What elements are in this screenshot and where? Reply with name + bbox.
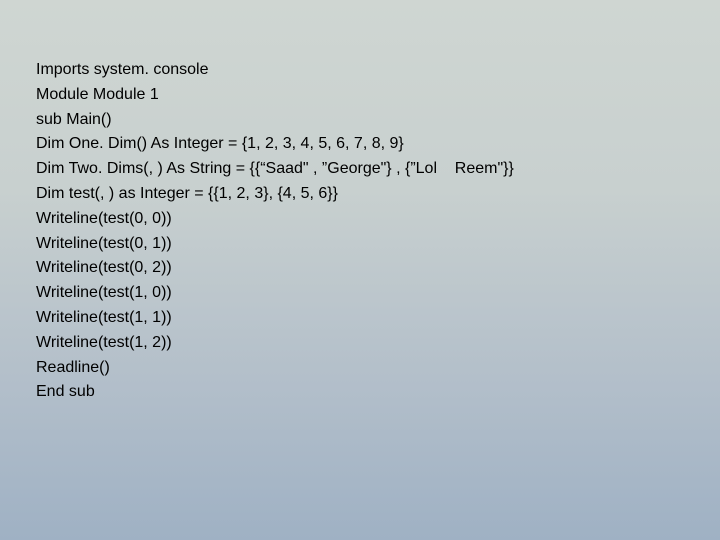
code-line: Writeline(test(0, 0)) — [36, 207, 684, 232]
code-line: Writeline(test(1, 1)) — [36, 306, 684, 331]
code-line: Dim test(, ) as Integer = {{1, 2, 3}, {4… — [36, 182, 684, 207]
code-line: End sub — [36, 380, 684, 405]
code-line: Writeline(test(1, 2)) — [36, 331, 684, 356]
code-line: Writeline(test(0, 1)) — [36, 232, 684, 257]
code-line: Readline() — [36, 356, 684, 381]
code-line: Dim One. Dim() As Integer = {1, 2, 3, 4,… — [36, 132, 684, 157]
code-line: sub Main() — [36, 108, 684, 133]
code-line: Dim Two. Dims(, ) As String = {{“Saad" ,… — [36, 157, 684, 182]
code-line: Imports system. console — [36, 58, 684, 83]
code-line: Writeline(test(0, 2)) — [36, 256, 684, 281]
code-line: Writeline(test(1, 0)) — [36, 281, 684, 306]
slide: Imports system. console Module Module 1 … — [0, 0, 720, 405]
code-line: Module Module 1 — [36, 83, 684, 108]
